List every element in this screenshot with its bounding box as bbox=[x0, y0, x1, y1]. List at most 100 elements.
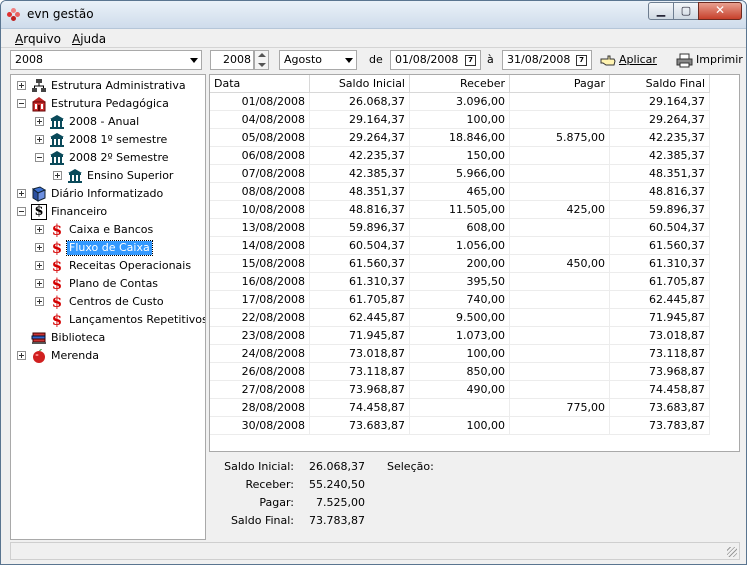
expand-icon[interactable] bbox=[35, 117, 44, 126]
table-row[interactable]: 08/08/2008 48.351,37 465,00 48.816,37 bbox=[210, 183, 710, 201]
cell-saldo-final: 61.705,87 bbox=[610, 273, 710, 291]
period-select[interactable]: 2008 bbox=[10, 50, 202, 70]
table-row[interactable]: 16/08/2008 61.310,37 395,50 61.705,87 bbox=[210, 273, 710, 291]
table-row[interactable]: 13/08/2008 59.896,37 608,00 60.504,37 bbox=[210, 219, 710, 237]
table-row[interactable]: 30/08/2008 73.683,87 100,00 73.783,87 bbox=[210, 417, 710, 435]
table-row[interactable]: 23/08/2008 71.945,87 1.073,00 73.018,87 bbox=[210, 327, 710, 345]
cell-saldo-inicial: 29.164,37 bbox=[310, 111, 410, 129]
menu-ajuda[interactable]: Ajuda bbox=[72, 32, 106, 46]
tree-item-2008-1-semestre[interactable]: 2008 1º semestre bbox=[11, 131, 205, 149]
cell-receber: 100,00 bbox=[410, 111, 510, 129]
calendar-icon[interactable]: 7 bbox=[465, 55, 476, 66]
expand-icon[interactable] bbox=[53, 171, 62, 180]
table-row[interactable]: 10/08/2008 48.816,37 11.505,00 425,00 59.896… bbox=[210, 201, 710, 219]
expand-icon[interactable] bbox=[17, 189, 26, 198]
expand-icon[interactable] bbox=[35, 243, 44, 252]
cell-pagar: 775,00 bbox=[510, 399, 610, 417]
cell-receber: 5.966,00 bbox=[410, 165, 510, 183]
cell-data: 26/08/2008 bbox=[210, 363, 310, 381]
cell-saldo-inicial: 42.235,37 bbox=[310, 147, 410, 165]
tree-item-2008-2-semestre[interactable]: 2008 2º Semestre bbox=[11, 149, 205, 167]
calendar-icon[interactable]: 7 bbox=[576, 55, 587, 66]
table-row[interactable]: 05/08/2008 29.264,37 18.846,00 5.875,00 42.2… bbox=[210, 129, 710, 147]
column-header-data[interactable]: Data bbox=[210, 75, 310, 93]
table-row[interactable]: 24/08/2008 73.018,87 100,00 73.118,87 bbox=[210, 345, 710, 363]
title-bar: evn gestão ▁ ▢ ✕ bbox=[1, 1, 746, 29]
resize-grip-icon[interactable] bbox=[727, 547, 737, 557]
tree-item-estrutura-administrativa[interactable]: Estrutura Administrativa bbox=[11, 77, 205, 95]
bank-building-icon bbox=[67, 168, 83, 184]
minimize-button[interactable]: ▁ bbox=[648, 2, 674, 20]
expand-icon[interactable] bbox=[35, 225, 44, 234]
cell-receber: 490,00 bbox=[410, 381, 510, 399]
table-row[interactable]: 04/08/2008 29.164,37 100,00 29.264,37 bbox=[210, 111, 710, 129]
tree-item-biblioteca[interactable]: Biblioteca bbox=[11, 329, 205, 347]
collapse-icon[interactable] bbox=[35, 153, 44, 162]
cell-receber: 1.073,00 bbox=[410, 327, 510, 345]
dollar-icon: $ bbox=[51, 239, 63, 257]
expand-icon[interactable] bbox=[35, 279, 44, 288]
maximize-button[interactable]: ▢ bbox=[673, 2, 699, 20]
expand-icon[interactable] bbox=[17, 81, 26, 90]
table-row[interactable]: 26/08/2008 73.118,87 850,00 73.968,87 bbox=[210, 363, 710, 381]
year-input[interactable]: 2008 bbox=[210, 50, 254, 70]
tree-item-financeiro[interactable]: $ Financeiro bbox=[11, 203, 205, 221]
table-row[interactable]: 15/08/2008 61.560,37 200,00 450,00 61.310,37 bbox=[210, 255, 710, 273]
cell-saldo-final: 60.504,37 bbox=[610, 219, 710, 237]
expand-icon[interactable] bbox=[35, 261, 44, 270]
year-stepper[interactable] bbox=[254, 50, 269, 70]
summary-receber-value: 55.240,50 bbox=[309, 478, 365, 491]
tree-item-fluxo-de-caixa[interactable]: $ Fluxo de Caixa bbox=[11, 239, 205, 257]
tree-item-ensino-superior[interactable]: Ensino Superior bbox=[11, 167, 205, 185]
month-select[interactable]: Agosto bbox=[279, 50, 357, 70]
tree-item-diario-informatizado[interactable]: Diário Informatizado bbox=[11, 185, 205, 203]
tree-item-estrutura-pedagogica[interactable]: Estrutura Pedagógica bbox=[11, 95, 205, 113]
school-building-icon bbox=[31, 96, 47, 112]
stepper-down-icon[interactable] bbox=[258, 63, 266, 67]
cell-receber: 11.505,00 bbox=[410, 201, 510, 219]
column-header-saldo-inicial[interactable]: Saldo Inicial bbox=[310, 75, 410, 93]
menu-arquivo[interactable]: Arquivo bbox=[15, 32, 61, 46]
cell-data: 23/08/2008 bbox=[210, 327, 310, 345]
tree-item-label: Plano de Contas bbox=[69, 277, 159, 290]
print-button[interactable]: Imprimir bbox=[676, 50, 743, 70]
table-row[interactable]: 22/08/2008 62.445,87 9.500,00 71.945,87 bbox=[210, 309, 710, 327]
collapse-icon[interactable] bbox=[17, 99, 26, 108]
collapse-icon[interactable] bbox=[17, 207, 26, 216]
column-header-saldo-final[interactable]: Saldo Final bbox=[610, 75, 710, 93]
close-button[interactable]: ✕ bbox=[698, 2, 742, 20]
table-row[interactable]: 27/08/2008 73.968,87 490,00 74.458,87 bbox=[210, 381, 710, 399]
cell-saldo-inicial: 74.458,87 bbox=[310, 399, 410, 417]
table-row[interactable]: 17/08/2008 61.705,87 740,00 62.445,87 bbox=[210, 291, 710, 309]
column-header-pagar[interactable]: Pagar bbox=[510, 75, 610, 93]
tree-item-lancamentos-repetitivos[interactable]: $ Lançamentos Repetitivos bbox=[11, 311, 205, 329]
column-header-receber[interactable]: Receber bbox=[410, 75, 510, 93]
table-header: Data Saldo Inicial Receber Pagar Saldo Final bbox=[210, 75, 739, 93]
cell-receber: 1.056,00 bbox=[410, 237, 510, 255]
print-label: Imprimir bbox=[696, 53, 743, 66]
table-row[interactable]: 28/08/2008 74.458,87 775,00 73.683,87 bbox=[210, 399, 710, 417]
expand-icon[interactable] bbox=[35, 135, 44, 144]
expand-icon[interactable] bbox=[35, 297, 44, 306]
tree-item-2008-anual[interactable]: 2008 - Anual bbox=[11, 113, 205, 131]
cell-pagar bbox=[510, 183, 610, 201]
cell-receber: 9.500,00 bbox=[410, 309, 510, 327]
table-row[interactable]: 01/08/2008 26.068,37 3.096,00 29.164,37 bbox=[210, 93, 710, 111]
tree-item-label: Receitas Operacionais bbox=[69, 259, 192, 272]
cell-pagar bbox=[510, 219, 610, 237]
table-row[interactable]: 07/08/2008 42.385,37 5.966,00 48.351,37 bbox=[210, 165, 710, 183]
tree-item-plano-de-contas[interactable]: $ Plano de Contas bbox=[11, 275, 205, 293]
tree-item-receitas-operacionais[interactable]: $ Receitas Operacionais bbox=[11, 257, 205, 275]
expand-icon[interactable] bbox=[17, 351, 26, 360]
dollar-icon: $ bbox=[51, 257, 63, 275]
tree-item-merenda[interactable]: Merenda bbox=[11, 347, 205, 365]
tree-item-label: Fluxo de Caixa bbox=[66, 240, 153, 256]
cell-saldo-inicial: 26.068,37 bbox=[310, 93, 410, 111]
table-row[interactable]: 06/08/2008 42.235,37 150,00 42.385,37 bbox=[210, 147, 710, 165]
tree-item-centros-de-custo[interactable]: $ Centros de Custo bbox=[11, 293, 205, 311]
tree-item-caixa-e-bancos[interactable]: $ Caixa e Bancos bbox=[11, 221, 205, 239]
apply-button[interactable]: Aplicar bbox=[600, 50, 657, 70]
table-row[interactable]: 14/08/2008 60.504,37 1.056,00 61.560,37 bbox=[210, 237, 710, 255]
cell-saldo-inicial: 48.351,37 bbox=[310, 183, 410, 201]
stepper-up-icon[interactable] bbox=[258, 53, 266, 57]
